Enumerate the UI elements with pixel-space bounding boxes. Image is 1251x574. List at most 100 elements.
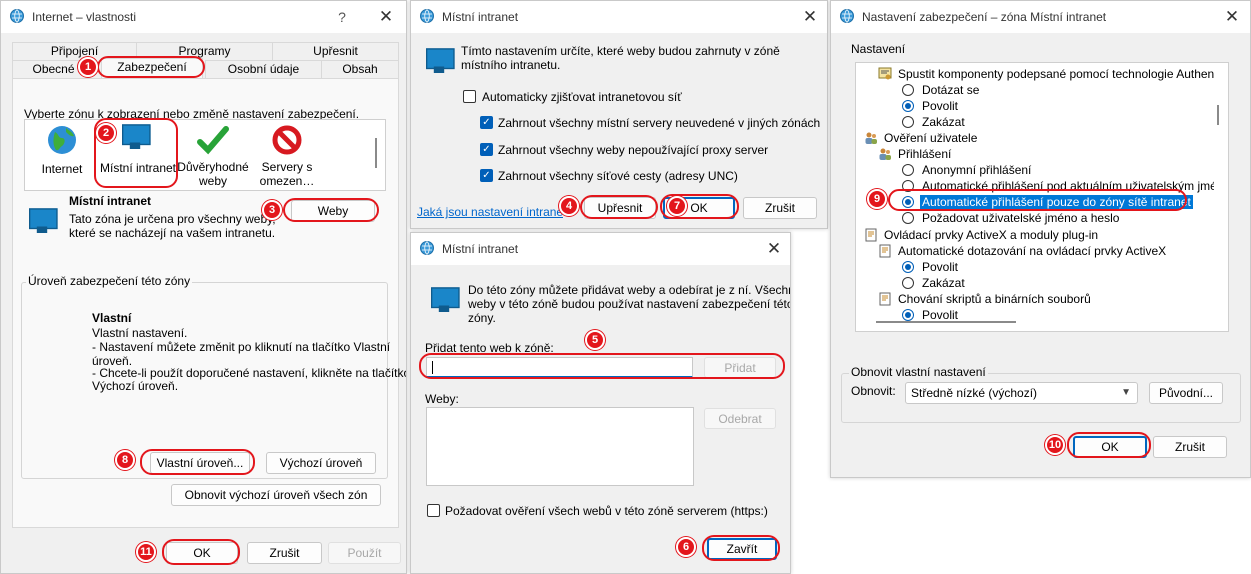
zone-label: Internet <box>41 162 83 176</box>
cancel-button[interactable]: Zrušit <box>743 197 817 219</box>
auto-detect-checkbox[interactable] <box>463 90 476 103</box>
sites-button[interactable]: Weby <box>291 200 375 222</box>
title-bar: Místní intranet ✕ <box>411 233 790 265</box>
intro-text: zóny. <box>468 311 496 325</box>
tree-item-label: Ovládací prvky ActiveX a moduly plug-in <box>884 227 1099 242</box>
security-level-group <box>21 282 388 479</box>
close-dialog-button[interactable]: Zavřít <box>707 538 777 560</box>
zone-internet[interactable]: Internet <box>30 122 94 188</box>
users-icon <box>864 131 878 145</box>
close-button[interactable]: ✕ <box>795 5 825 29</box>
reset-button[interactable]: Původní... <box>1149 382 1223 404</box>
require-https-checkbox[interactable] <box>427 504 440 517</box>
radio-button[interactable] <box>902 180 914 193</box>
step-badge-9: 9 <box>867 189 887 209</box>
add-site-input[interactable] <box>426 357 693 378</box>
include-no-proxy-label: Zahrnout všechny weby nepoužívající prox… <box>498 143 769 157</box>
radio-button[interactable] <box>902 276 914 289</box>
level-title: Vlastní <box>92 311 132 325</box>
tab-upresnit[interactable]: Upřesnit <box>272 42 399 60</box>
step-badge-7: 7 <box>667 196 687 216</box>
settings-label: Nastavení <box>851 42 906 56</box>
checkmark-icon <box>197 126 229 155</box>
intro-text: weby v této zóně budou používat nastaven… <box>468 297 791 311</box>
monitor-icon <box>26 206 58 235</box>
reset-label: Obnovit: <box>851 384 896 398</box>
intro-text: Do této zóny můžete přidávat weby a odeb… <box>468 283 791 297</box>
close-button[interactable]: ✕ <box>371 5 401 29</box>
include-unc-checkbox[interactable]: ✓ <box>480 169 493 182</box>
level-line: Výchozí úroveň. <box>92 379 179 393</box>
radio-button[interactable] <box>902 260 914 273</box>
step-badge-2: 2 <box>96 123 116 143</box>
step-badge-11: 11 <box>136 542 156 562</box>
radio-button[interactable] <box>902 196 914 209</box>
apply-button[interactable]: Použít <box>328 542 401 564</box>
tree-item-label: Spustit komponenty podepsané pomocí tech… <box>898 67 1214 81</box>
step-badge-1: 1 <box>78 57 98 77</box>
default-level-button[interactable]: Výchozí úroveň <box>266 452 376 474</box>
monitor-icon <box>428 285 460 314</box>
intranet-settings-link[interactable]: Jaká jsou nastavení intranetu? <box>417 205 563 219</box>
help-button[interactable]: ? <box>329 5 355 29</box>
group-label: Obnovit vlastní nastavení <box>849 365 988 379</box>
cancel-button[interactable]: Zrušit <box>247 542 322 564</box>
step-badge-3: 3 <box>262 200 282 220</box>
include-local-servers-checkbox[interactable]: ✓ <box>480 116 493 129</box>
sites-list[interactable] <box>426 407 694 486</box>
close-button[interactable]: ✕ <box>759 237 789 261</box>
settings-tree-rows: Spustit komponenty podepsané pomocí tech… <box>856 66 1214 326</box>
radio-button[interactable] <box>902 100 914 113</box>
reset-level-select[interactable]: Středně nízké (výchozí) ▼ <box>905 382 1138 404</box>
tab-obsah[interactable]: Obsah <box>321 60 399 78</box>
tree-item-label: Zakázat <box>922 275 965 290</box>
radio-button[interactable] <box>902 116 914 129</box>
internet-options-icon <box>840 9 854 23</box>
window-title: Místní intranet <box>442 10 519 24</box>
zone-label: Důvěryhodné <box>177 160 249 174</box>
tree-hscroll[interactable] <box>876 321 1016 323</box>
custom-level-button[interactable]: Vlastní úroveň... <box>150 452 250 474</box>
tab-osobni-udaje[interactable]: Osobní údaje <box>205 60 321 78</box>
tree-vscroll[interactable] <box>1217 105 1219 125</box>
advanced-button[interactable]: Upřesnit <box>584 197 656 219</box>
reset-level-value: Středně nízké (výchozí) <box>911 386 1038 400</box>
tree-item-label: Anonymní přihlášení <box>922 163 1032 178</box>
zone-label: omezen… <box>259 174 315 188</box>
local-intranet-sites-dialog: Místní intranet ✕ Do této zóny můžete př… <box>410 232 791 574</box>
monitor-icon <box>119 122 151 151</box>
tree-item-label: Povolit <box>922 99 959 114</box>
sites-label: Weby: <box>425 392 459 406</box>
close-button[interactable]: ✕ <box>1217 5 1247 29</box>
add-button[interactable]: Přidat <box>704 357 776 378</box>
add-site-label: Přidat tento web k zóně: <box>425 341 554 355</box>
users-icon <box>878 147 892 161</box>
include-no-proxy-checkbox[interactable]: ✓ <box>480 143 493 156</box>
zone-list-scrollbar[interactable] <box>375 138 377 168</box>
radio-button[interactable] <box>902 164 914 177</box>
zone-title: Místní intranet <box>69 194 152 208</box>
group-label: Úroveň zabezpečení této zóny <box>26 274 193 288</box>
radio-button[interactable] <box>902 308 914 321</box>
radio-button[interactable] <box>902 84 914 97</box>
require-https-label: Požadovat ověření všech webů v této zóně… <box>445 504 768 518</box>
tree-item-label: Zakázat <box>922 115 965 130</box>
zone-description: Tato zóna je určena pro všechny weby, <box>69 212 276 226</box>
zone-restricted-sites[interactable]: Servery s omezen… <box>253 122 321 188</box>
tab-zabezpeceni[interactable]: Zabezpečení <box>101 58 203 78</box>
tree-item-label: Povolit <box>922 307 959 322</box>
zone-list[interactable]: Internet Místní intranet Důvěryhodné web… <box>24 119 386 191</box>
remove-button[interactable]: Odebrat <box>704 408 776 429</box>
prohibited-icon <box>272 125 302 155</box>
cancel-button[interactable]: Zrušit <box>1153 436 1227 458</box>
radio-button[interactable] <box>902 212 914 225</box>
ok-button[interactable]: OK <box>166 542 238 564</box>
tree-item-label: Ověření uživatele <box>884 131 978 146</box>
step-badge-6: 6 <box>676 537 696 557</box>
level-line: - Nastavení můžete změnit po kliknutí na… <box>92 340 391 354</box>
intro-text: místního intranetu. <box>461 58 561 72</box>
ok-button[interactable]: OK <box>1073 436 1147 458</box>
settings-tree[interactable]: Spustit komponenty podepsané pomocí tech… <box>855 62 1229 332</box>
reset-all-zones-button[interactable]: Obnovit výchozí úroveň všech zón <box>171 484 381 506</box>
zone-trusted-sites[interactable]: Důvěryhodné weby <box>175 122 251 188</box>
